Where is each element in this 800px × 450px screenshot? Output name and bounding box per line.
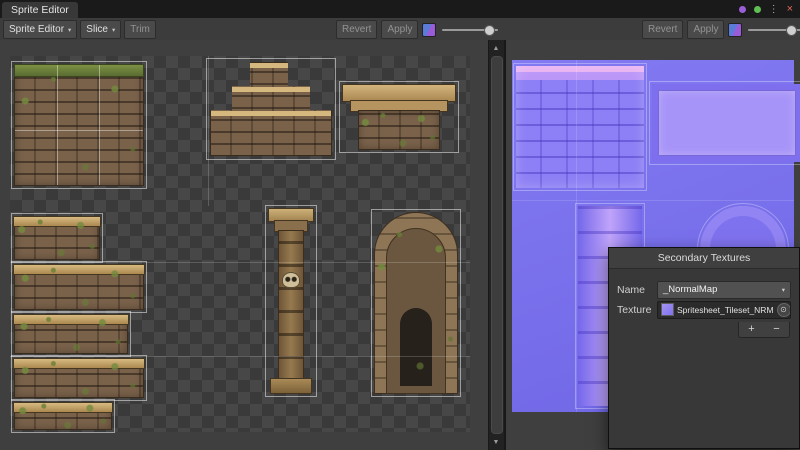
slice-dropdown[interactable]: Slice ▾ xyxy=(80,20,121,39)
altar-body xyxy=(358,110,440,150)
pillar-base xyxy=(270,378,312,394)
zoom-slider-handle-left[interactable] xyxy=(484,25,495,36)
scroll-up-icon[interactable]: ▲ xyxy=(489,42,503,54)
chevron-down-icon: ▾ xyxy=(68,26,71,34)
name-row: Name _NormalMap ▾ xyxy=(617,281,791,298)
stepped-ruin-shape xyxy=(210,62,332,156)
sprite-slice-stone-archway[interactable] xyxy=(374,212,458,394)
left-window-toolbar-cluster: Revert Apply xyxy=(336,20,498,39)
revert-button-right[interactable]: Revert xyxy=(642,20,683,39)
name-value: _NormalMap xyxy=(663,284,717,295)
revert-button-left[interactable]: Revert xyxy=(336,20,377,39)
zoom-slider-right[interactable] xyxy=(748,29,800,31)
tab-bar: Sprite Editor ⋮ × xyxy=(0,0,800,18)
close-icon[interactable]: × xyxy=(787,4,793,15)
slice-grid-line xyxy=(512,200,794,201)
toolbar-left-group: Sprite Editor ▾ Slice ▾ Trim xyxy=(3,20,156,39)
apply-button-right[interactable]: Apply xyxy=(687,20,724,39)
sprite-slice-platform-wide-2[interactable] xyxy=(14,358,144,398)
revert-label: Revert xyxy=(648,24,677,35)
scroll-down-icon[interactable]: ▼ xyxy=(489,436,503,448)
sprite-slice-platform-thin[interactable] xyxy=(14,402,112,430)
add-secondary-texture-button[interactable]: + xyxy=(739,322,764,337)
rgb-alpha-toggle-icon[interactable] xyxy=(728,23,742,37)
chevron-down-icon: ▾ xyxy=(782,286,785,294)
trim-label: Trim xyxy=(130,24,150,35)
sprite-slice-platform-small[interactable] xyxy=(14,216,100,260)
pillar-skull-carving xyxy=(282,272,300,288)
window-menu-icon[interactable]: ⋮ xyxy=(769,5,779,15)
texture-value: Spritesheet_Tileset_NRM xyxy=(677,305,774,315)
texture-label: Texture xyxy=(617,304,657,316)
sprite-slice-altar[interactable] xyxy=(342,84,456,150)
slice-label: Slice xyxy=(86,24,108,35)
panel-title: Secondary Textures xyxy=(609,248,799,269)
zoom-slider-handle-right[interactable] xyxy=(786,25,797,36)
window-controls: ⋮ × xyxy=(739,4,793,15)
sprite-slice-platform-wide[interactable] xyxy=(14,264,144,310)
trim-button[interactable]: Trim xyxy=(124,20,156,39)
remove-secondary-texture-button[interactable]: − xyxy=(764,322,789,337)
scrollbar-thumb[interactable] xyxy=(491,56,503,434)
sprite-editor-mode-label: Sprite Editor xyxy=(9,24,64,35)
right-window-toolbar-cluster: Revert Apply xyxy=(642,20,800,39)
spritesheet-texture[interactable] xyxy=(10,56,470,432)
apply-label: Apply xyxy=(387,24,412,35)
sprite-editor-canvas[interactable] xyxy=(0,40,488,450)
rgb-alpha-toggle-icon[interactable] xyxy=(422,23,436,37)
zoom-slider-left[interactable] xyxy=(442,29,498,31)
apply-label: Apply xyxy=(693,24,718,35)
texture-object-field[interactable]: Spritesheet_Tileset_NRM ⊙ xyxy=(657,301,791,319)
chevron-down-icon: ▾ xyxy=(112,26,115,34)
toolbar: Sprite Editor ▾ Slice ▾ Trim Revert Appl… xyxy=(0,18,800,41)
collab-dot-green-icon[interactable] xyxy=(754,6,761,13)
collab-dot-purple-icon[interactable] xyxy=(739,6,746,13)
slice-grid-line xyxy=(208,56,209,206)
sprite-slice-wall-tile[interactable] xyxy=(14,64,144,186)
name-dropdown[interactable]: _NormalMap ▾ xyxy=(657,281,791,299)
normal-map-wall-tile[interactable] xyxy=(516,66,644,188)
name-label: Name xyxy=(617,284,657,296)
sprite-slice-carved-pillar[interactable] xyxy=(268,208,314,394)
texture-row: Texture Spritesheet_Tileset_NRM ⊙ xyxy=(617,301,791,318)
sprite-editor-mode-dropdown[interactable]: Sprite Editor ▾ xyxy=(3,20,77,39)
revert-label: Revert xyxy=(342,24,371,35)
apply-button-left[interactable]: Apply xyxy=(381,20,418,39)
tab-sprite-editor[interactable]: Sprite Editor xyxy=(2,2,78,18)
texture-thumbnail xyxy=(661,303,674,316)
object-picker-icon[interactable]: ⊙ xyxy=(777,303,791,317)
arch-opening xyxy=(400,308,432,386)
secondary-textures-panel: Secondary Textures Name _NormalMap ▾ Tex… xyxy=(608,247,800,449)
normal-map-wall-panel[interactable] xyxy=(652,84,800,162)
secondary-texture-list-footer: + − xyxy=(738,322,790,338)
sprite-slice-stepped-ruin[interactable] xyxy=(210,62,332,156)
pillar-shaft xyxy=(278,230,304,380)
tab-title: Sprite Editor xyxy=(11,4,69,16)
sprite-slice-platform-medium[interactable] xyxy=(14,314,128,354)
slice-grid-lines xyxy=(15,65,143,185)
